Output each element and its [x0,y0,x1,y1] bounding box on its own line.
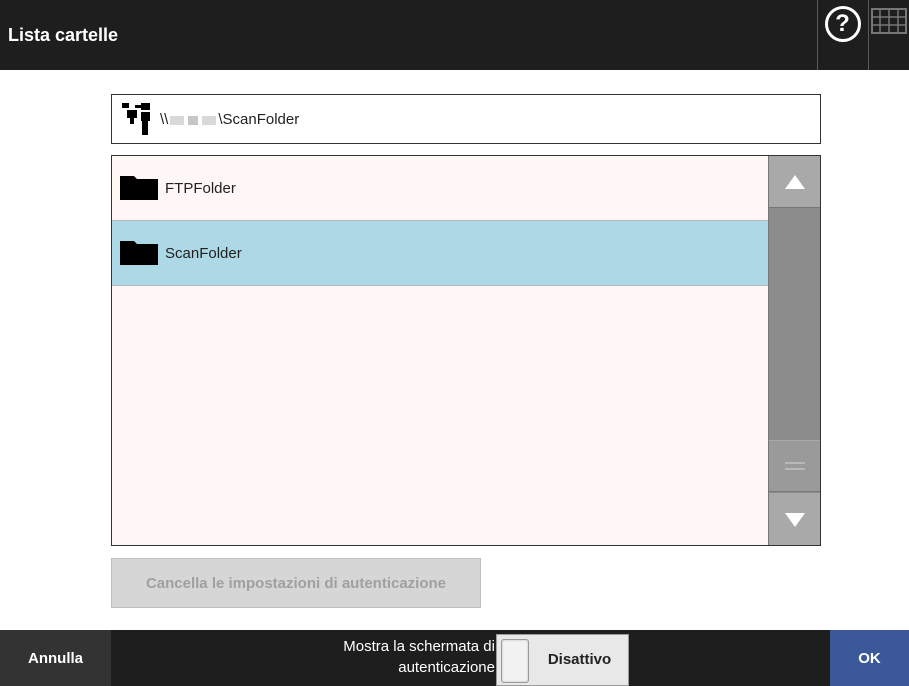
redacted-host [188,115,199,125]
keyboard-icon [871,8,907,34]
folder-path-display: \\ \ScanFolder [111,94,821,144]
grip-line [785,462,805,464]
arrow-up-icon [785,175,805,189]
grip-line [785,468,805,470]
scroll-up-button[interactable] [769,156,820,208]
folder-icon [120,241,158,265]
title-bar: Lista cartelle ? [0,0,909,70]
footer-bar: Annulla Mostra la schermata di autentica… [0,630,909,686]
auth-label-line2: autenticazione [398,659,495,676]
show-auth-screen-label: Mostra la schermata di autenticazione [295,636,495,678]
show-auth-screen-toggle[interactable]: Disattivo [496,634,629,686]
toggle-knob [501,639,529,683]
folder-list-item-selected[interactable]: ScanFolder [112,221,768,286]
folder-label: ScanFolder [165,245,242,262]
path-suffix: \ScanFolder [218,111,300,128]
page-title: Lista cartelle [8,25,119,45]
keyboard-button[interactable] [868,0,909,70]
auth-label-line1: Mostra la schermata di [343,638,495,655]
folder-list-item[interactable]: FTPFolder [112,156,768,221]
network-icon [122,103,150,135]
help-button[interactable]: ? [817,0,867,70]
toggle-value: Disattivo [547,651,612,668]
scroll-thumb[interactable] [769,440,820,492]
redacted-host [170,115,185,125]
question-circle-icon: ? [824,6,861,42]
folder-icon [120,176,158,200]
clear-auth-settings-button[interactable]: Cancella le impostazioni di autenticazio… [111,558,481,608]
cancel-button[interactable]: Annulla [0,630,111,686]
arrow-down-icon [785,513,805,527]
path-prefix: \\ [160,111,169,128]
ok-button[interactable]: OK [830,630,909,686]
folder-label: FTPFolder [165,180,236,197]
folder-path-text: \\ \ScanFolder [160,95,299,145]
scroll-down-button[interactable] [769,493,820,545]
folder-list: FTPFolder ScanFolder [111,155,821,546]
vertical-scrollbar[interactable] [768,156,820,545]
redacted-host [202,115,217,125]
